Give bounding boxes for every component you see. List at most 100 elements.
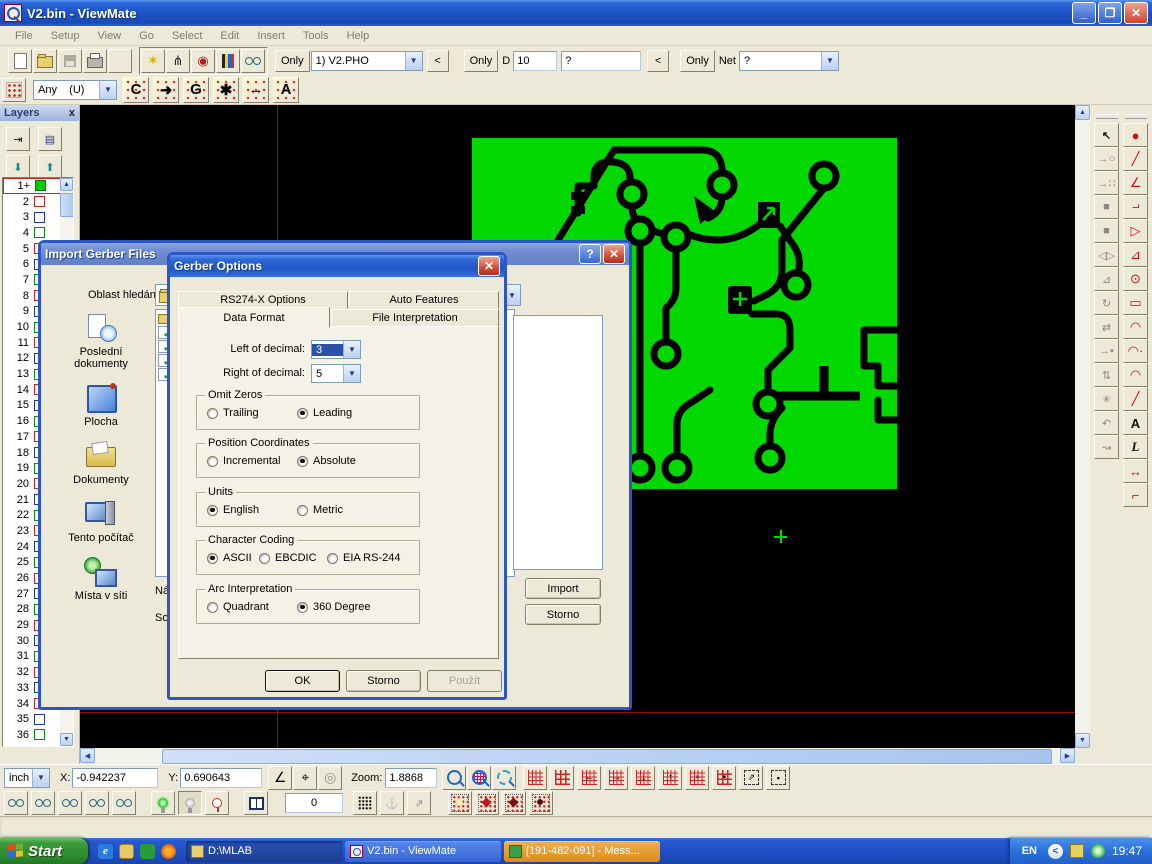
only-net-button[interactable]: Only: [680, 50, 715, 72]
menu-item[interactable]: Go: [130, 28, 163, 44]
shear-tool[interactable]: ⊿: [1094, 267, 1119, 291]
close-icon[interactable]: x: [69, 107, 75, 119]
ok-button[interactable]: OK: [265, 670, 340, 692]
draw-text-tool[interactable]: A: [1123, 411, 1148, 435]
only-dcode-button[interactable]: Only: [464, 50, 499, 72]
new-file-icon[interactable]: [8, 49, 32, 73]
draw-width-tool[interactable]: ↔: [1123, 459, 1148, 483]
taskbar-task-button[interactable]: [191-482-091] - Mess...: [504, 841, 660, 862]
layer-color-swatch[interactable]: [34, 227, 45, 238]
layers-panel-titlebar[interactable]: Layers x: [0, 105, 79, 121]
menu-item[interactable]: Edit: [211, 28, 248, 44]
dot-grid-icon[interactable]: [353, 791, 377, 815]
quicklaunch-ie-icon[interactable]: e: [98, 844, 113, 859]
layer-color-swatch[interactable]: [35, 180, 46, 191]
chevron-down-icon[interactable]: ▼: [343, 341, 360, 358]
help-icon[interactable]: ?: [579, 244, 601, 264]
zoom-tool-icon[interactable]: [442, 766, 466, 790]
tab-auto-features[interactable]: Auto Features: [349, 291, 499, 309]
highlight-flash-icon[interactable]: ✶: [141, 49, 165, 73]
prev-layer-button[interactable]: <: [427, 50, 449, 72]
select-trace-button[interactable]: ➜: [153, 77, 179, 103]
close-button[interactable]: ✕: [1124, 2, 1148, 24]
apply-button[interactable]: Použít: [427, 670, 502, 692]
fill-dark-tool[interactable]: ■: [1094, 195, 1119, 219]
select-gerber-button[interactable]: G: [183, 77, 209, 103]
radio-trailing[interactable]: Trailing: [207, 407, 259, 419]
chevron-down-icon[interactable]: ▼: [32, 769, 49, 787]
radio-ascii[interactable]: ASCII: [207, 552, 252, 564]
context-help-icon[interactable]: [108, 49, 132, 73]
restore-button[interactable]: ❐: [1098, 2, 1122, 24]
move-layer-down-button[interactable]: ⬇: [6, 155, 30, 179]
scroll-down-icon[interactable]: ▼: [60, 733, 73, 746]
draw-fan-tool[interactable]: ▷: [1123, 219, 1148, 243]
rotate-tool[interactable]: ↻: [1094, 291, 1119, 315]
radio-eia-rs244[interactable]: EIA RS-244: [327, 552, 400, 564]
zoom-value-field[interactable]: 1.8868: [385, 768, 437, 788]
draw-curve-tool[interactable]: ◠: [1123, 315, 1148, 339]
close-icon[interactable]: ✕: [603, 244, 625, 264]
canvas-hscrollbar[interactable]: ◀ ▶: [80, 748, 1075, 763]
selection-scope-combo[interactable]: Any (U) ▼: [33, 80, 117, 100]
pan-right-icon[interactable]: →: [604, 766, 628, 790]
close-icon[interactable]: ✕: [478, 256, 500, 276]
draw-line-tool[interactable]: ╱: [1123, 147, 1148, 171]
scroll-up-icon[interactable]: ▲: [1075, 105, 1090, 120]
taskbar-task-button[interactable]: V2.bin - ViewMate: [345, 841, 501, 862]
highlight-off-icon[interactable]: [178, 791, 202, 815]
menu-item[interactable]: Select: [163, 28, 212, 44]
radio-leading[interactable]: Leading: [297, 407, 352, 419]
target-origin-icon[interactable]: ⌖: [293, 766, 317, 790]
place-my-computer[interactable]: Tento počítač: [53, 499, 149, 544]
highlight-on-icon[interactable]: [151, 791, 175, 815]
chevron-down-icon[interactable]: ▼: [343, 365, 360, 382]
menu-item[interactable]: Help: [338, 28, 379, 44]
select-tool[interactable]: ↖: [1094, 123, 1119, 147]
chevron-down-icon[interactable]: ▼: [99, 81, 116, 99]
anchor-icon[interactable]: ⚓: [380, 791, 404, 815]
palette-drag-handle[interactable]: [1096, 114, 1118, 119]
select-net-button[interactable]: ↔: [243, 77, 269, 103]
film-target-icon[interactable]: ◉: [191, 49, 215, 73]
scroll-left-icon[interactable]: ◀: [80, 748, 95, 763]
count-field[interactable]: 0: [285, 793, 343, 813]
inspect-glasses-icon[interactable]: [241, 49, 265, 73]
move-to-pads-tool[interactable]: →∷: [1094, 171, 1119, 195]
select-annotation-button[interactable]: A: [273, 77, 299, 103]
only-layer-button[interactable]: Only: [275, 50, 310, 72]
measure-tools-icon[interactable]: ⋔: [166, 49, 190, 73]
palette-drag-handle[interactable]: [1125, 114, 1147, 119]
zoom-grid-icon[interactable]: [467, 766, 491, 790]
net-combo[interactable]: ? ▼: [739, 51, 839, 71]
pan-left-icon[interactable]: ←: [577, 766, 601, 790]
select-pad-button[interactable]: ✱: [213, 77, 239, 103]
scroll-up-icon[interactable]: ▲: [60, 178, 73, 191]
draw-arc-tool[interactable]: ◠·: [1123, 339, 1148, 363]
filmstrip-colors-icon[interactable]: [216, 49, 240, 73]
angle-icon[interactable]: ∠: [268, 766, 292, 790]
draw-triangle-tool[interactable]: ⊿: [1123, 243, 1148, 267]
menu-item[interactable]: View: [88, 28, 130, 44]
radio-english[interactable]: English: [207, 504, 259, 516]
draw-label-tool[interactable]: L: [1123, 435, 1148, 459]
tray-notes-icon[interactable]: [1070, 844, 1084, 858]
place-recent-documents[interactable]: Poslední dokumenty: [53, 313, 149, 370]
dcode-input[interactable]: 10: [513, 51, 557, 71]
dcode-query-input[interactable]: ?: [561, 51, 641, 71]
draw-circle-tool[interactable]: ⊙: [1123, 267, 1148, 291]
selection-pattern-icon[interactable]: [2, 78, 26, 102]
window-select-icon[interactable]: ▪: [766, 766, 790, 790]
canvas-vscrollbar[interactable]: ▲ ▼: [1075, 105, 1090, 748]
radio-quadrant[interactable]: Quadrant: [207, 601, 269, 613]
view-filter-trace-icon[interactable]: [85, 791, 109, 815]
y-coordinate-field[interactable]: 0.690643: [180, 768, 262, 788]
mirror-tool[interactable]: ◁▷: [1094, 243, 1119, 267]
layer-color-swatch[interactable]: [34, 196, 45, 207]
grid-fine-icon[interactable]: [523, 766, 547, 790]
layer-color-swatch[interactable]: [34, 212, 45, 223]
chevron-down-icon[interactable]: ▼: [821, 52, 838, 70]
radio-360-degree[interactable]: 360 Degree: [297, 601, 371, 613]
select-component-button[interactable]: C: [123, 77, 149, 103]
move-layer-up-button[interactable]: ⬆: [38, 155, 62, 179]
